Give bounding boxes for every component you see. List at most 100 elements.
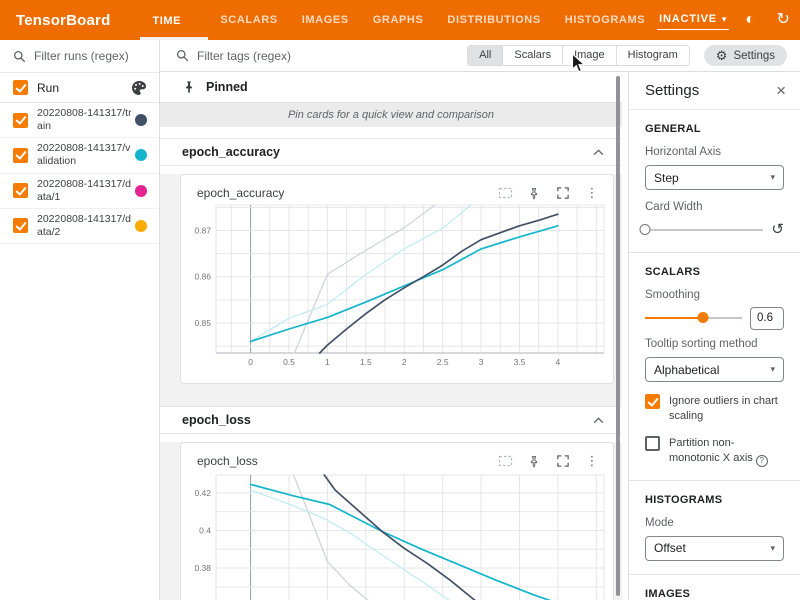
tab-images[interactable]: IMAGES — [290, 0, 361, 40]
tab-graphs[interactable]: GRAPHS — [361, 0, 436, 40]
svg-text:4: 4 — [556, 357, 561, 367]
svg-text:1.5: 1.5 — [360, 357, 372, 367]
histograms-heading: HISTOGRAMS — [645, 494, 784, 506]
run-color-dot-validation — [135, 149, 147, 161]
pill-image[interactable]: Image — [562, 46, 616, 65]
chevron-down-icon: ▾ — [722, 14, 727, 25]
partition-x-axis-checkbox[interactable] — [645, 436, 660, 451]
cards-scroll-area: Pinned Pin cards for a quick view and co… — [160, 72, 622, 600]
filter-tags-placeholder: Filter tags (regex) — [197, 49, 291, 63]
fullscreen-icon[interactable] — [552, 452, 574, 470]
help-icon[interactable]: ? — [756, 455, 768, 467]
section-header-epoch-accuracy[interactable]: epoch_accuracy — [160, 138, 622, 166]
images-heading: IMAGES — [645, 588, 784, 600]
tab-distributions[interactable]: DISTRIBUTIONS — [435, 0, 552, 40]
runs-header-row: Run — [0, 73, 159, 103]
run-checkbox-data-2[interactable] — [13, 218, 28, 233]
filter-tags-input[interactable]: Filter tags (regex) — [160, 49, 467, 63]
run-checkbox-train[interactable] — [13, 113, 28, 128]
fit-domain-icon[interactable] — [494, 452, 516, 470]
gear-icon: ⚙ — [716, 48, 728, 64]
svg-text:0.42: 0.42 — [194, 488, 211, 498]
smoothing-label: Smoothing — [645, 289, 784, 301]
histogram-mode-select[interactable]: Offset ▾ — [645, 536, 784, 561]
run-name-validation: 20220808-141317/validation — [37, 142, 135, 168]
histogram-mode-label: Mode — [645, 517, 784, 529]
chevron-up-icon[interactable] — [593, 417, 604, 424]
section-header-epoch-loss[interactable]: epoch_loss — [160, 406, 622, 434]
svg-text:0.86: 0.86 — [194, 272, 211, 282]
run-checkbox-validation[interactable] — [13, 148, 28, 163]
pin-card-icon[interactable] — [523, 452, 545, 470]
reset-icon[interactable]: ↺ — [771, 223, 784, 237]
card-actions: ⋮ — [494, 184, 603, 202]
pill-histogram[interactable]: Histogram — [616, 46, 689, 65]
close-icon[interactable]: × — [776, 81, 786, 101]
chevron-down-icon: ▾ — [770, 364, 775, 375]
pill-all[interactable]: All — [468, 46, 502, 65]
partition-x-axis-row[interactable]: Partition non-monotonic X axis? — [645, 436, 784, 467]
run-name-data-1: 20220808-141317/data/1 — [37, 178, 135, 204]
section-body-epoch-loss: epoch_loss ⋮ 0.360.380.40.42 — [160, 442, 622, 600]
kebab-menu-icon[interactable]: ⋮ — [581, 184, 603, 202]
run-checkbox-data-1[interactable] — [13, 183, 28, 198]
card-header: epoch_accuracy ⋮ — [181, 175, 613, 203]
tooltip-sorting-select[interactable]: Alphabetical ▾ — [645, 357, 784, 382]
run-color-dot-train — [135, 114, 147, 126]
tab-scalars[interactable]: SCALARS — [208, 0, 289, 40]
refresh-icon[interactable]: ↻ — [771, 8, 795, 32]
pinned-title: Pinned — [206, 80, 248, 94]
run-row-validation[interactable]: 20220808-141317/validation — [0, 138, 159, 173]
kebab-menu-icon[interactable]: ⋮ — [581, 452, 603, 470]
horizontal-axis-select[interactable]: Step ▾ — [645, 165, 784, 190]
brightness-toggle-icon[interactable]: ◐ — [738, 8, 762, 32]
fullscreen-icon[interactable] — [552, 184, 574, 202]
chevron-up-icon[interactable] — [593, 149, 604, 156]
pill-scalars[interactable]: Scalars — [502, 46, 562, 65]
card-title: epoch_loss — [197, 454, 494, 468]
status-value: INACTIVE — [659, 13, 717, 25]
pin-hint-text: Pin cards for a quick view and compariso… — [288, 109, 494, 121]
smoothing-slider[interactable] — [645, 311, 742, 325]
tooltip-sorting-label: Tooltip sorting method — [645, 338, 784, 350]
smoothing-value-input[interactable]: 0.6 — [750, 307, 784, 330]
tab-histograms[interactable]: HISTOGRAMS — [553, 0, 657, 40]
tab-time-series[interactable]: TIME SERIES — [140, 0, 208, 40]
svg-text:0: 0 — [248, 357, 253, 367]
svg-text:0.87: 0.87 — [194, 225, 211, 235]
epoch-loss-chart[interactable]: 0.360.380.40.42 — [184, 471, 613, 600]
main-nav-tabs: TIME SERIES SCALARS IMAGES GRAPHS DISTRI… — [140, 0, 657, 40]
epoch-accuracy-chart[interactable]: 0.850.860.8700.511.522.533.54 — [184, 203, 613, 378]
settings-panel: Settings × GENERAL Horizontal Axis Step … — [628, 72, 800, 600]
runs-sidebar: Filter runs (regex) Run 20220808-141317/… — [0, 40, 160, 600]
run-row-data-1[interactable]: 20220808-141317/data/1 — [0, 174, 159, 209]
app-header: TensorBoard TIME SERIES SCALARS IMAGES G… — [0, 0, 800, 40]
settings-button[interactable]: ⚙ Settings — [704, 45, 787, 66]
run-row-data-2[interactable]: 20220808-141317/data/2 — [0, 209, 159, 244]
fit-domain-icon[interactable] — [494, 184, 516, 202]
card-title: epoch_accuracy — [197, 186, 494, 200]
settings-panel-title: Settings — [645, 82, 776, 99]
ignore-outliers-checkbox[interactable] — [645, 394, 660, 409]
card-header: epoch_loss ⋮ — [181, 443, 613, 471]
palette-icon[interactable] — [131, 80, 147, 96]
svg-text:2.5: 2.5 — [437, 357, 449, 367]
filter-runs-input[interactable]: Filter runs (regex) — [0, 40, 159, 73]
search-icon — [13, 50, 26, 63]
run-row-train[interactable]: 20220808-141317/train — [0, 103, 159, 138]
reload-status-select[interactable]: INACTIVE ▾ — [657, 10, 729, 30]
tags-toolbar: Filter tags (regex) All Scalars Image Hi… — [160, 40, 800, 72]
filter-runs-placeholder: Filter runs (regex) — [34, 49, 129, 63]
run-color-dot-data-2 — [135, 220, 147, 232]
scalar-card-epoch-accuracy: epoch_accuracy ⋮ 0.850.860.8700.511.522.… — [180, 174, 614, 384]
select-all-runs-checkbox[interactable] — [13, 80, 28, 95]
horizontal-axis-label: Horizontal Axis — [645, 146, 784, 158]
ignore-outliers-row[interactable]: Ignore outliers in chart scaling — [645, 394, 784, 424]
main-scrollbar-thumb[interactable] — [616, 76, 620, 596]
card-width-slider[interactable] — [645, 223, 763, 237]
runs-header-label: Run — [37, 81, 131, 95]
run-color-dot-data-1 — [135, 185, 147, 197]
run-name-train: 20220808-141317/train — [37, 107, 135, 133]
svg-text:0.5: 0.5 — [283, 357, 295, 367]
pin-card-icon[interactable] — [523, 184, 545, 202]
